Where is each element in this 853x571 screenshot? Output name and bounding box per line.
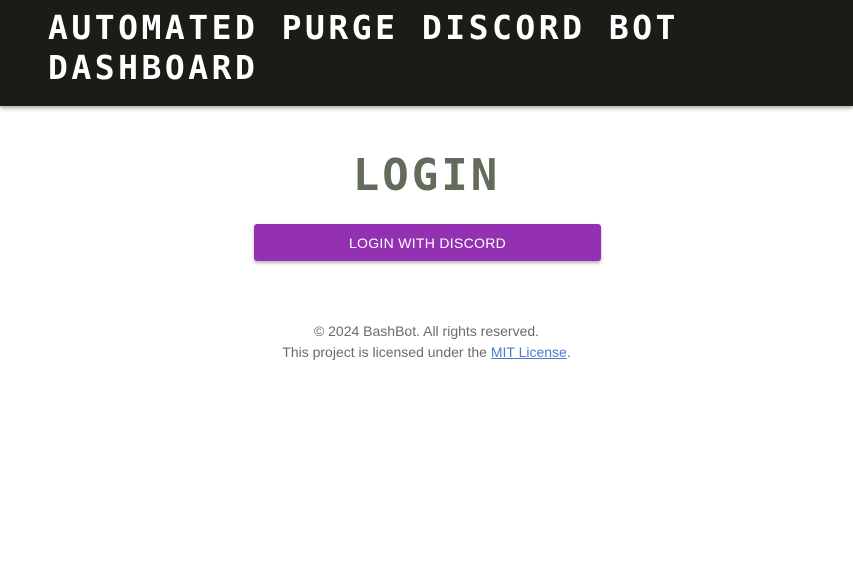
login-with-discord-button[interactable]: LOGIN WITH DISCORD	[254, 224, 601, 261]
mit-license-link[interactable]: MIT License	[491, 344, 567, 360]
app-header: AUTOMATED PURGE DISCORD BOT DASHBOARD	[0, 0, 853, 106]
license-prefix: This project is licensed under the	[282, 344, 491, 360]
license-line: This project is licensed under the MIT L…	[0, 342, 853, 363]
page-footer: © 2024 BashBot. All rights reserved. Thi…	[0, 321, 853, 363]
app-title: AUTOMATED PURGE DISCORD BOT DASHBOARD	[48, 8, 679, 87]
license-suffix: .	[566, 344, 571, 360]
login-heading: LOGIN	[352, 150, 501, 201]
copyright-text: © 2024 BashBot. All rights reserved.	[313, 323, 540, 339]
